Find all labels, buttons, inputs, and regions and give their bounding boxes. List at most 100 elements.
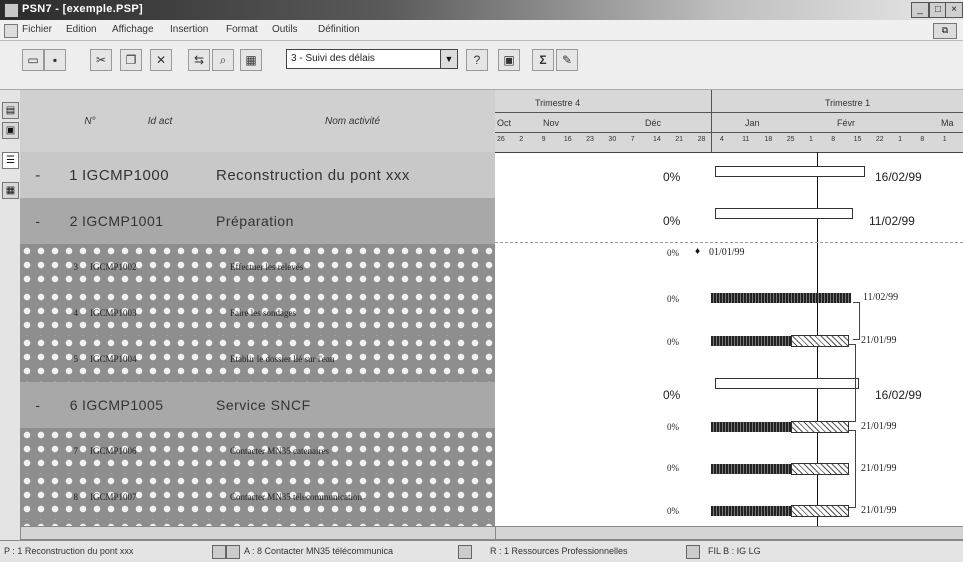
summary-bar[interactable] bbox=[715, 378, 859, 389]
end-date: 11/02/99 bbox=[863, 292, 899, 303]
task-bar[interactable] bbox=[711, 293, 851, 303]
dependency-link bbox=[849, 344, 856, 422]
task-bar-done[interactable] bbox=[711, 464, 791, 474]
day-tick-label: 1 bbox=[809, 136, 813, 143]
header-name[interactable]: Nom activité bbox=[210, 90, 495, 153]
row-name: Etablir le dossier lié sur l'eau bbox=[230, 354, 335, 364]
status-activity: A : 8 Contacter MN35 télécommunica bbox=[244, 546, 394, 556]
arrow-left-icon[interactable] bbox=[686, 545, 700, 559]
gantt-view-icon[interactable]: ☰ bbox=[2, 152, 19, 169]
quarter-divider bbox=[711, 90, 712, 152]
task-bar-remaining[interactable] bbox=[791, 505, 849, 517]
row-id: IGCMP1001 bbox=[82, 213, 164, 229]
timescale-rule bbox=[495, 112, 963, 113]
task-table: N° Id act Nom activité - 1 IGCMP1000 Rec… bbox=[20, 90, 495, 540]
app-icon[interactable] bbox=[4, 3, 19, 18]
task-bar-remaining[interactable] bbox=[791, 463, 849, 475]
row-id: IGCMP1002 bbox=[90, 262, 137, 272]
row-id: IGCMP1004 bbox=[90, 354, 137, 364]
status-filter: FIL B : IG LG bbox=[708, 546, 761, 556]
new-icon[interactable]: ▭ bbox=[22, 49, 44, 71]
table-row[interactable]: 4 IGCMP1003 Faire les sondages bbox=[20, 290, 495, 337]
table-row[interactable]: 3 IGCMP1002 Effectuer les relevés bbox=[20, 244, 495, 291]
row-id: IGCMP1007 bbox=[90, 492, 137, 502]
arrow-right-icon[interactable] bbox=[226, 545, 240, 559]
row-num: 1 bbox=[69, 166, 78, 184]
row-id: IGCMP1005 bbox=[82, 397, 164, 413]
table-row[interactable]: 7 IGCMP1006 Contacter MN35 catenaires bbox=[20, 428, 495, 475]
delete-icon[interactable]: ✕ bbox=[150, 49, 172, 71]
table-row[interactable]: - 1 IGCMP1000 Reconstruction du pont xxx bbox=[20, 152, 495, 199]
day-tick-label: 25 bbox=[786, 136, 795, 143]
task-bar-remaining[interactable] bbox=[791, 421, 849, 433]
gantt-hscrollbar[interactable] bbox=[495, 526, 963, 540]
month-label: Jan bbox=[745, 118, 760, 128]
document-icon[interactable] bbox=[4, 24, 18, 38]
menu-fichier[interactable]: Fichier bbox=[22, 24, 52, 35]
quarter-label: Trimestre 1 bbox=[825, 98, 871, 108]
day-tick-label: 23 bbox=[586, 136, 594, 143]
task-bar-done[interactable] bbox=[711, 506, 791, 516]
mdi-restore-button[interactable]: ⧉ bbox=[933, 23, 957, 39]
close-button[interactable]: × bbox=[945, 2, 963, 18]
menu-edition[interactable]: Edition bbox=[66, 24, 97, 35]
title-bar: PSN7 - [exemple.PSP] _ □ × bbox=[0, 0, 963, 20]
collapse-toggle[interactable]: - bbox=[26, 198, 50, 244]
cut-icon[interactable]: ✂ bbox=[90, 49, 112, 71]
grid-icon[interactable]: ▦ bbox=[240, 49, 262, 71]
save-icon[interactable]: ▪ bbox=[44, 49, 66, 71]
arrow-left-icon[interactable] bbox=[212, 545, 226, 559]
copy-icon[interactable]: ❐ bbox=[120, 49, 142, 71]
day-tick-label: 1 bbox=[942, 136, 947, 143]
collapse-toggle[interactable]: - bbox=[26, 152, 50, 198]
day-tick-label: 28 bbox=[697, 136, 706, 143]
table-row[interactable]: - 6 IGCMP1005 Service SNCF bbox=[20, 382, 495, 429]
collapse-toggle[interactable]: - bbox=[26, 382, 50, 428]
task-bar-done[interactable] bbox=[711, 422, 791, 432]
table-view-icon[interactable]: ▤ bbox=[2, 102, 19, 119]
view-selector[interactable]: 3 - Suivi des délais ▼ bbox=[286, 49, 458, 69]
summary-bar[interactable] bbox=[715, 208, 853, 219]
filter-icon[interactable]: ▣ bbox=[498, 49, 520, 71]
progress-percent: 0% bbox=[667, 422, 679, 432]
header-id[interactable]: Id act bbox=[110, 90, 211, 153]
day-tick-label: 2 bbox=[519, 136, 524, 143]
end-date: 16/02/99 bbox=[875, 170, 922, 184]
row-id: IGCMP1006 bbox=[90, 446, 137, 456]
menu-format[interactable]: Format bbox=[226, 24, 258, 35]
task-bar-remaining[interactable] bbox=[791, 335, 849, 347]
end-date: 01/01/99 bbox=[709, 247, 745, 258]
table-row[interactable]: 5 IGCMP1004 Etablir le dossier lié sur l… bbox=[20, 336, 495, 383]
window-title: PSN7 - [exemple.PSP] bbox=[22, 3, 143, 15]
dependency-link bbox=[849, 430, 856, 508]
task-bar-done[interactable] bbox=[711, 336, 791, 346]
zoom-icon[interactable]: ⌕ bbox=[212, 49, 234, 71]
day-tick-label: 11 bbox=[742, 136, 750, 143]
menu-insertion[interactable]: Insertion bbox=[170, 24, 208, 35]
menu-bar: Fichier Edition Affichage Insertion Form… bbox=[0, 20, 963, 41]
milestone-icon[interactable]: ♦ bbox=[695, 246, 700, 257]
menu-affichage[interactable]: Affichage bbox=[112, 24, 154, 35]
row-name: Effectuer les relevés bbox=[230, 262, 304, 272]
menu-definition[interactable]: Définition bbox=[318, 24, 360, 35]
sum-icon[interactable]: Σ bbox=[532, 49, 554, 71]
pen-icon[interactable]: ✎ bbox=[556, 49, 578, 71]
minimize-button[interactable]: _ bbox=[911, 2, 929, 18]
resource-view-icon[interactable]: ▦ bbox=[2, 182, 19, 199]
help-icon[interactable]: ? bbox=[466, 49, 488, 71]
link-icon[interactable]: ⇆ bbox=[188, 49, 210, 71]
row-name: Faire les sondages bbox=[230, 308, 296, 318]
table-row[interactable]: 8 IGCMP1007 Contacter MN35 télécommunica… bbox=[20, 474, 495, 521]
chevron-down-icon[interactable]: ▼ bbox=[440, 50, 457, 68]
header-num[interactable]: N° bbox=[70, 90, 111, 153]
table-row[interactable]: - 2 IGCMP1001 Préparation bbox=[20, 198, 495, 245]
summary-bar[interactable] bbox=[715, 166, 865, 177]
arrow-right-icon[interactable] bbox=[458, 545, 472, 559]
day-tick-label: 30 bbox=[608, 136, 617, 143]
status-resource: R : 1 Ressources Professionnelles bbox=[490, 546, 628, 556]
table-hscrollbar[interactable] bbox=[20, 526, 495, 540]
menu-outils[interactable]: Outils bbox=[272, 24, 298, 35]
network-view-icon[interactable]: ▣ bbox=[2, 122, 19, 139]
day-tick-label: 21 bbox=[675, 136, 684, 143]
end-date: 21/01/99 bbox=[861, 505, 897, 516]
